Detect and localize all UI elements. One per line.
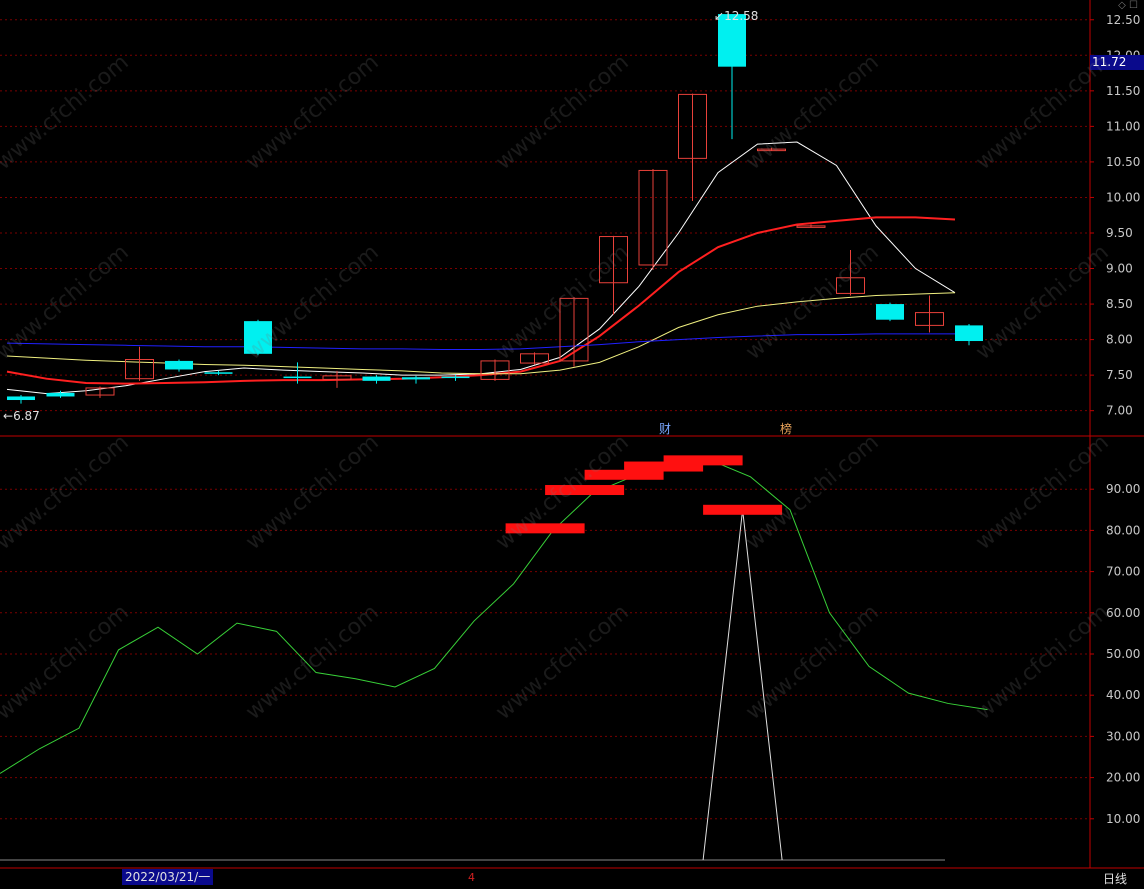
price-tick-label: 8.50 — [1106, 297, 1133, 311]
price-tick-label: 10.50 — [1106, 155, 1140, 169]
price-tick-label: 8.00 — [1106, 333, 1133, 347]
current-price-label: 11.72 — [1090, 55, 1144, 70]
price-tick-label: 11.50 — [1106, 84, 1140, 98]
price-tick-label: 12.50 — [1106, 13, 1140, 27]
moving-average-line — [6, 141, 956, 395]
price-tick-label: 9.50 — [1106, 226, 1133, 240]
moving-average-line — [6, 333, 955, 351]
signal-bar — [545, 485, 625, 496]
candle-body — [362, 376, 391, 381]
ranking-marker[interactable]: 榜 — [780, 420, 792, 437]
indicator-tick-label: 90.00 — [1106, 482, 1140, 496]
indicator-tick-label: 80.00 — [1106, 523, 1140, 537]
signal-bar — [663, 455, 743, 466]
price-tick-label: 11.00 — [1106, 119, 1140, 133]
chart-canvas: 12.5012.0011.5011.0010.5010.009.509.008.… — [0, 0, 1144, 869]
high-price-value: 12.58 — [724, 9, 759, 23]
indicator-tick-label: 30.00 — [1106, 729, 1140, 743]
minimize-icon[interactable]: ◇ — [1118, 0, 1126, 11]
candle-body — [955, 325, 983, 342]
candle-body — [7, 396, 35, 401]
candle-body — [876, 304, 904, 320]
candle-body — [204, 372, 233, 374]
indicator-tick-label: 20.00 — [1106, 771, 1140, 785]
candle-body — [165, 360, 193, 370]
price-tick-label: 9.00 — [1106, 262, 1133, 276]
low-price-value: 6.87 — [13, 409, 40, 423]
window-controls[interactable]: ◇ ☐ — [1118, 0, 1138, 11]
candle-body — [402, 377, 430, 380]
indicator-tick-label: 60.00 — [1106, 606, 1140, 620]
indicator-line — [0, 459, 988, 774]
price-tick-label: 7.00 — [1106, 404, 1133, 418]
indicator-spike — [702, 509, 783, 861]
high-price-label: ↙12.58 — [714, 9, 759, 23]
candle-body — [46, 392, 75, 397]
close-icon[interactable]: ☐ — [1129, 0, 1138, 11]
candle-body — [441, 376, 470, 379]
indicator-tick-label: 50.00 — [1106, 647, 1140, 661]
price-tick-label: 10.00 — [1106, 190, 1140, 204]
low-price-label: ←6.87 — [3, 409, 40, 423]
indicator-tick-label: 70.00 — [1106, 565, 1140, 579]
signal-bar — [703, 504, 783, 515]
date-label: 2022/03/21/一 — [122, 869, 214, 885]
period-label[interactable]: 日线 — [1103, 870, 1127, 887]
x-tick-label: 4 — [468, 871, 475, 884]
candle-body — [283, 376, 312, 379]
candle-body — [244, 321, 272, 354]
signal-bar — [505, 523, 585, 534]
finance-marker[interactable]: 财 — [659, 420, 671, 437]
indicator-tick-label: 40.00 — [1106, 688, 1140, 702]
price-tick-label: 7.50 — [1106, 368, 1133, 382]
indicator-tick-label: 10.00 — [1106, 812, 1140, 826]
